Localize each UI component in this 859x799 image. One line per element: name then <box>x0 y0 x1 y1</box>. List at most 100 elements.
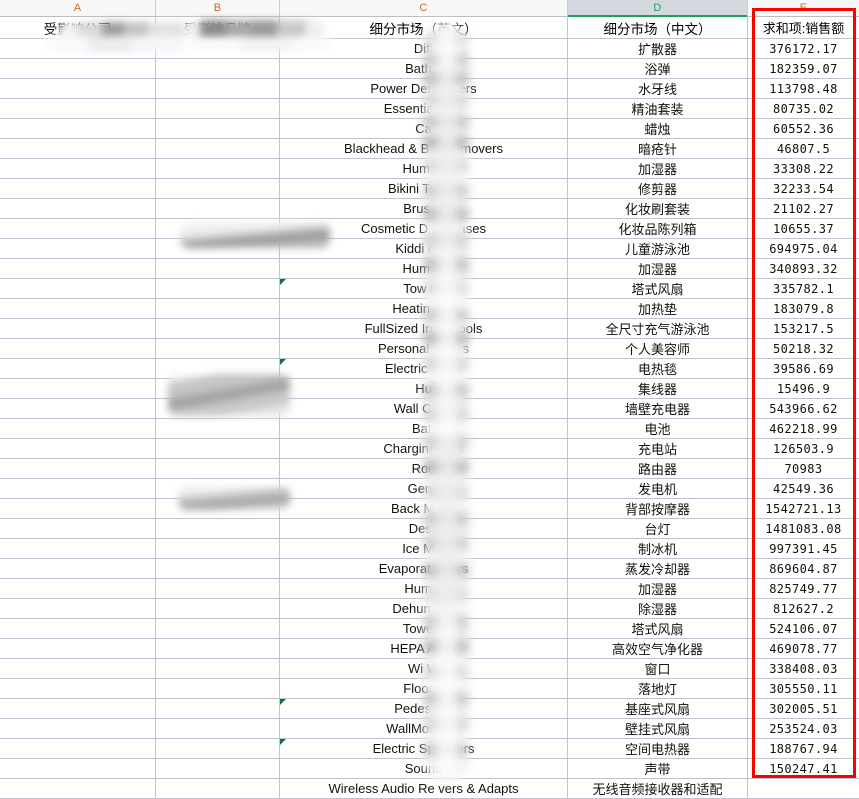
table-row[interactable]: Pedes F s 基座式风扇 302005.51 <box>0 699 859 719</box>
cell-segment-zh-11[interactable]: 加湿器 <box>568 259 748 278</box>
cell-brand-20[interactable] <box>156 439 280 458</box>
cell-sales-32[interactable]: 305550.11 <box>748 679 859 698</box>
cell-sales-33[interactable]: 302005.51 <box>748 699 859 718</box>
cell-segment-zh-2[interactable]: 水牙线 <box>568 79 748 98</box>
cell-sales-31[interactable]: 338408.03 <box>748 659 859 678</box>
cell-sales-29[interactable]: 524106.07 <box>748 619 859 638</box>
cell-segment-en-0[interactable]: Diff <box>280 39 568 58</box>
cell-company-24[interactable] <box>0 519 156 538</box>
cell-company-5[interactable] <box>0 139 156 158</box>
cell-segment-zh-17[interactable]: 集线器 <box>568 379 748 398</box>
cell-brand-6[interactable] <box>156 159 280 178</box>
table-row[interactable]: Hum rs 加湿器 33308.22 <box>0 159 859 179</box>
cell-company-34[interactable] <box>0 719 156 738</box>
cell-sales-1[interactable]: 182359.07 <box>748 59 859 78</box>
cell-brand-29[interactable] <box>156 619 280 638</box>
cell-brand-1[interactable] <box>156 59 280 78</box>
column-header-b[interactable]: B <box>156 0 280 16</box>
cell-segment-zh-13[interactable]: 加热垫 <box>568 299 748 318</box>
cell-company-13[interactable] <box>0 299 156 318</box>
table-row[interactable]: Tow ns 塔式风扇 335782.1 <box>0 279 859 299</box>
cell-segment-en-37[interactable]: Wireless Audio Re vers & Adapts <box>280 779 568 798</box>
cell-segment-zh-30[interactable]: 高效空气净化器 <box>568 639 748 658</box>
cell-segment-en-30[interactable]: HEPA A ers <box>280 639 568 658</box>
cell-sales-12[interactable]: 335782.1 <box>748 279 859 298</box>
cell-company-30[interactable] <box>0 639 156 658</box>
cell-brand-36[interactable] <box>156 759 280 778</box>
cell-segment-zh-14[interactable]: 全尺寸充气游泳池 <box>568 319 748 338</box>
cell-company-2[interactable] <box>0 79 156 98</box>
cell-company-21[interactable] <box>0 459 156 478</box>
cell-company-33[interactable] <box>0 699 156 718</box>
cell-segment-en-7[interactable]: Bikini T ners <box>280 179 568 198</box>
cell-segment-en-33[interactable]: Pedes F s <box>280 699 568 718</box>
cell-segment-en-10[interactable]: Kiddi ools <box>280 239 568 258</box>
cell-company-0[interactable] <box>0 39 156 58</box>
cell-segment-en-26[interactable]: Evaporat C lers <box>280 559 568 578</box>
cell-sales-23[interactable]: 1542721.13 <box>748 499 859 518</box>
cell-company-11[interactable] <box>0 259 156 278</box>
table-row[interactable]: HEPA A ers 高效空气净化器 469078.77 <box>0 639 859 659</box>
cell-company-16[interactable] <box>0 359 156 378</box>
table-row[interactable]: Electric Sp eaters 空间电热器 188767.94 <box>0 739 859 759</box>
cell-sales-8[interactable]: 21102.27 <box>748 199 859 218</box>
cell-segment-en-14[interactable]: FullSized In le Pools <box>280 319 568 338</box>
cell-segment-en-25[interactable]: Ice M e <box>280 539 568 558</box>
cell-sales-37[interactable] <box>748 779 859 798</box>
cell-segment-en-13[interactable]: Heatin ads <box>280 299 568 318</box>
table-row[interactable]: Wi W 窗口 338408.03 <box>0 659 859 679</box>
header-cell-sales-sum[interactable]: 求和项:销售额 <box>748 17 859 38</box>
table-row[interactable]: WallMou ans 壁挂式风扇 253524.03 <box>0 719 859 739</box>
column-header-a[interactable]: A <box>0 0 156 16</box>
cell-brand-37[interactable] <box>156 779 280 798</box>
cell-sales-9[interactable]: 10655.37 <box>748 219 859 238</box>
cell-brand-28[interactable] <box>156 599 280 618</box>
table-row[interactable]: Essentia Sets 精油套装 80735.02 <box>0 99 859 119</box>
cell-brand-13[interactable] <box>156 299 280 318</box>
table-row[interactable]: Power Den ossers 水牙线 113798.48 <box>0 79 859 99</box>
column-header-c[interactable]: C <box>280 0 568 16</box>
cell-brand-5[interactable] <box>156 139 280 158</box>
cell-company-31[interactable] <box>0 659 156 678</box>
cell-company-17[interactable] <box>0 379 156 398</box>
cell-sales-28[interactable]: 812627.2 <box>748 599 859 618</box>
cell-company-37[interactable] <box>0 779 156 798</box>
cell-segment-en-23[interactable]: Back M ers <box>280 499 568 518</box>
cell-segment-en-20[interactable]: Charging ions <box>280 439 568 458</box>
cell-sales-21[interactable]: 70983 <box>748 459 859 478</box>
table-row[interactable]: Heatin ads 加热垫 183079.8 <box>0 299 859 319</box>
cell-sales-25[interactable]: 997391.45 <box>748 539 859 558</box>
cell-company-15[interactable] <box>0 339 156 358</box>
cell-company-3[interactable] <box>0 99 156 118</box>
cell-segment-en-34[interactable]: WallMou ans <box>280 719 568 738</box>
cell-sales-27[interactable]: 825749.77 <box>748 579 859 598</box>
cell-segment-en-1[interactable]: Bath s <box>280 59 568 78</box>
cell-sales-2[interactable]: 113798.48 <box>748 79 859 98</box>
table-row[interactable]: Electric nkets 电热毯 39586.69 <box>0 359 859 379</box>
table-row[interactable]: Towe a 塔式风扇 524106.07 <box>0 619 859 639</box>
table-row[interactable]: Batt 电池 462218.99 <box>0 419 859 439</box>
table-row[interactable]: Personal omers 个人美容师 50218.32 <box>0 339 859 359</box>
cell-brand-11[interactable] <box>156 259 280 278</box>
cell-segment-en-27[interactable]: Hum e <box>280 579 568 598</box>
cell-segment-zh-18[interactable]: 墙壁充电器 <box>568 399 748 418</box>
header-cell-company[interactable]: 受影响公司 <box>0 17 156 38</box>
cell-brand-21[interactable] <box>156 459 280 478</box>
cell-segment-en-24[interactable]: Desk <box>280 519 568 538</box>
cell-segment-zh-24[interactable]: 台灯 <box>568 519 748 538</box>
spreadsheet-canvas[interactable]: A B C D E 受影响公司 受影响品牌 细分市场（英文） 细分市场（中文） 求和项:… <box>0 0 859 799</box>
cell-brand-27[interactable] <box>156 579 280 598</box>
table-row[interactable]: Desk 台灯 1481083.08 <box>0 519 859 539</box>
cell-brand-30[interactable] <box>156 639 280 658</box>
table-row[interactable]: Brus ts 化妆刷套装 21102.27 <box>0 199 859 219</box>
cell-segment-en-32[interactable]: Floor n <box>280 679 568 698</box>
cell-segment-zh-34[interactable]: 壁挂式风扇 <box>568 719 748 738</box>
column-header-e[interactable]: E <box>748 0 859 16</box>
cell-brand-35[interactable] <box>156 739 280 758</box>
cell-brand-7[interactable] <box>156 179 280 198</box>
table-row[interactable]: Hu 集线器 15496.9 <box>0 379 859 399</box>
header-cell-brand[interactable]: 受影响品牌 <box>156 17 280 38</box>
cell-brand-15[interactable] <box>156 339 280 358</box>
cell-sales-17[interactable]: 15496.9 <box>748 379 859 398</box>
cell-brand-24[interactable] <box>156 519 280 538</box>
